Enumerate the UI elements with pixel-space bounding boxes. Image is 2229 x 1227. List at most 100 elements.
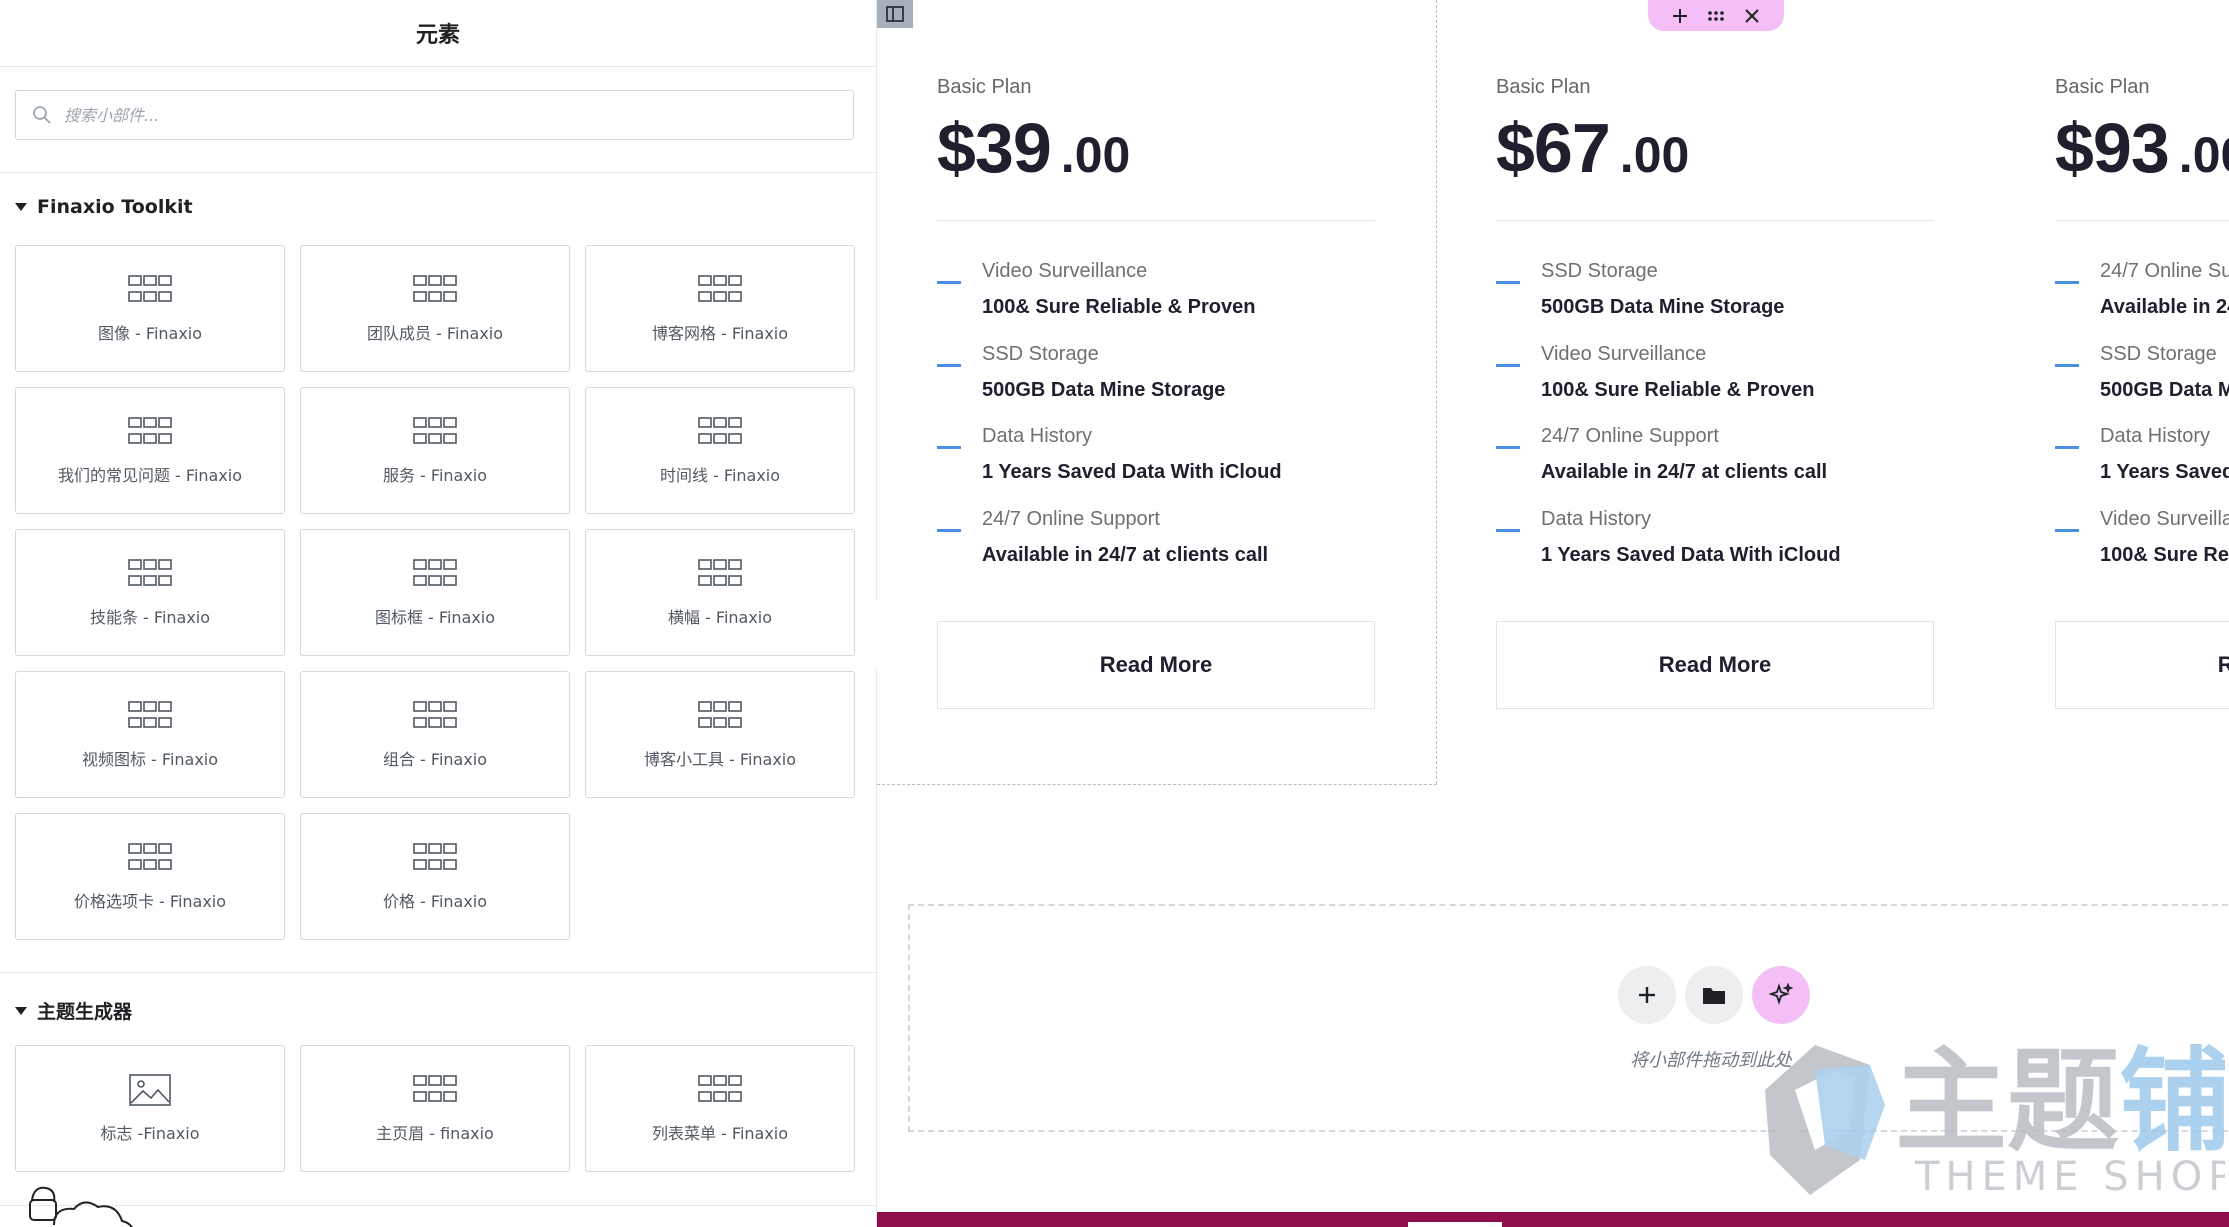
feature-value: 500GB Data Mine Storage: [982, 379, 1226, 401]
widget-grid-icon: [413, 416, 457, 448]
plan-name: Basic Plan: [1496, 76, 1591, 98]
layout-icon: [886, 6, 904, 22]
widget-grid-icon: [413, 558, 457, 590]
dash-icon: [1496, 364, 1520, 367]
sparkle-icon: [1769, 983, 1793, 1005]
feature-value: 100& Sure Reliable & Proven: [1541, 379, 1815, 401]
widget-grid-icon: [413, 842, 457, 874]
price: $67.00: [1496, 108, 1689, 188]
dash-icon: [2055, 364, 2079, 367]
feature-label: Video Surveillance: [982, 260, 1148, 282]
column-outline: [877, 784, 1437, 785]
watermark-sub: THEME SHOP: [1914, 1154, 2225, 1198]
widget-tile[interactable]: 视频图标 - Finaxio: [15, 671, 285, 798]
feature-item: 24/7 Online Support Available in 24/7 at …: [1496, 425, 1936, 493]
plan-name: Basic Plan: [937, 76, 1032, 98]
widget-tile[interactable]: 团队成员 - Finaxio: [300, 245, 570, 372]
widget-tile[interactable]: 组合 - Finaxio: [300, 671, 570, 798]
divider: [1496, 220, 1934, 221]
widget-tile[interactable]: 博客小工具 - Finaxio: [585, 671, 855, 798]
drag-handle-icon[interactable]: [1707, 7, 1725, 25]
divider: [937, 220, 1375, 221]
widget-tile[interactable]: 价格选项卡 - Finaxio: [15, 813, 285, 940]
column-outline: [1436, 0, 1437, 784]
widget-tile[interactable]: 博客网格 - Finaxio: [585, 245, 855, 372]
feature-label: Video Surveillance: [1541, 343, 1707, 365]
watermark-word: 主题铺: [1895, 1037, 2225, 1167]
price: $93.00: [2055, 108, 2229, 188]
divider: [2055, 220, 2229, 221]
widget-tile[interactable]: 主页眉 - finaxio: [300, 1045, 570, 1172]
feature-item: 24/7 Online Support Available in 24/7 at …: [2055, 260, 2229, 328]
feature-label: 24/7 Online Support: [2100, 260, 2229, 282]
feature-value: 1 Years Saved Data With iCloud: [982, 461, 1282, 483]
price-amount: $93: [2055, 109, 2170, 187]
feature-label: SSD Storage: [2100, 343, 2217, 365]
read-more-button[interactable]: Read More: [937, 621, 1375, 709]
widget-grid-icon: [698, 558, 742, 590]
price-cents: .00: [2178, 127, 2229, 183]
widget-tile[interactable]: 服务 - Finaxio: [300, 387, 570, 514]
dash-icon: [937, 364, 961, 367]
widget-label: 服务 - Finaxio: [382, 465, 488, 485]
feature-item: SSD Storage 500GB Data Mine Storage: [937, 343, 1377, 411]
footer-section-bar: [877, 1212, 2229, 1227]
read-more-button[interactable]: Read More: [1496, 621, 1934, 709]
widget-label: 价格选项卡 - Finaxio: [73, 891, 227, 911]
widget-tile[interactable]: 时间线 - Finaxio: [585, 387, 855, 514]
add-widget-button[interactable]: [1618, 966, 1676, 1024]
image-icon: [128, 1073, 172, 1106]
feature-value: Available in 24/7 at clients call: [1541, 461, 1828, 483]
dash-icon: [937, 446, 961, 449]
feature-item: SSD Storage 500GB Data Mine Storage: [1496, 260, 1936, 328]
template-library-button[interactable]: [1685, 966, 1743, 1024]
widget-label: 组合 - Finaxio: [382, 749, 488, 769]
ai-generate-button[interactable]: [1752, 966, 1810, 1024]
widget-grid-icon: [698, 416, 742, 448]
watermark-logo: 主题铺 THEME SHOP: [1765, 1037, 2225, 1198]
add-section-icon[interactable]: [1671, 7, 1689, 25]
read-more-button[interactable]: Read More: [2055, 621, 2229, 709]
feature-label: Video Surveillance: [2100, 508, 2229, 530]
feature-value: 500GB Data Mine Storage: [1541, 296, 1785, 318]
dash-icon: [1496, 281, 1520, 284]
widget-tile[interactable]: 我们的常见问题 - Finaxio: [15, 387, 285, 514]
widget-tile[interactable]: 标志 -Finaxio: [15, 1045, 285, 1172]
widget-tile[interactable]: 图像 - Finaxio: [15, 245, 285, 372]
widget-grid-icon: [128, 558, 172, 590]
search-input[interactable]: [62, 104, 826, 126]
widget-grid-icon: [128, 274, 172, 306]
panel-title: 元素: [415, 23, 460, 48]
widget-tile[interactable]: 价格 - Finaxio: [300, 813, 570, 940]
feature-value: 1 Years Saved Data With iCloud: [1541, 544, 1841, 566]
widget-tile[interactable]: 横幅 - Finaxio: [585, 529, 855, 656]
widget-grid-icon: [128, 700, 172, 732]
widget-label: 时间线 - Finaxio: [659, 465, 781, 485]
category-toggle-finaxio-toolkit[interactable]: Finaxio Toolkit: [15, 196, 193, 218]
widget-label: 视频图标 - Finaxio: [81, 749, 219, 769]
widget-grid-icon: [413, 700, 457, 732]
feature-label: SSD Storage: [1541, 260, 1658, 282]
widget-grid-finaxio: 图像 - Finaxio 团队成员 - Finaxio 博客网格 - Finax…: [15, 245, 855, 940]
feature-value: 100& Sure Reliable & Proven: [982, 296, 1256, 318]
search-box[interactable]: [15, 90, 854, 140]
plan-name: Basic Plan: [2055, 76, 2150, 98]
widget-tile[interactable]: 图标框 - Finaxio: [300, 529, 570, 656]
widget-tile[interactable]: 技能条 - Finaxio: [15, 529, 285, 656]
category-toggle-theme-builder[interactable]: 主题生成器: [15, 997, 132, 1024]
category-title: 主题生成器: [37, 1001, 133, 1023]
folder-icon: [1703, 988, 1725, 1004]
price-cents: .00: [1619, 127, 1690, 183]
widget-grid-icon: [698, 1074, 742, 1106]
toggle-panel-button[interactable]: [877, 0, 913, 28]
close-icon[interactable]: [1743, 7, 1761, 25]
widget-tile[interactable]: 列表菜单 - Finaxio: [585, 1045, 855, 1172]
dash-icon: [1496, 529, 1520, 532]
widget-label: 博客网格 - Finaxio: [651, 323, 789, 343]
feature-label: Data History: [1541, 508, 1652, 530]
widget-label: 技能条 - Finaxio: [89, 607, 211, 627]
feature-value: Available in 24/7 at clients call: [982, 544, 1269, 566]
feature-item: Video Surveillance 100& Sure Reliable & P…: [937, 260, 1377, 328]
widget-grid-icon: [413, 1074, 457, 1106]
feature-item: Data History 1 Years Saved Data With iClo…: [1496, 508, 1936, 576]
